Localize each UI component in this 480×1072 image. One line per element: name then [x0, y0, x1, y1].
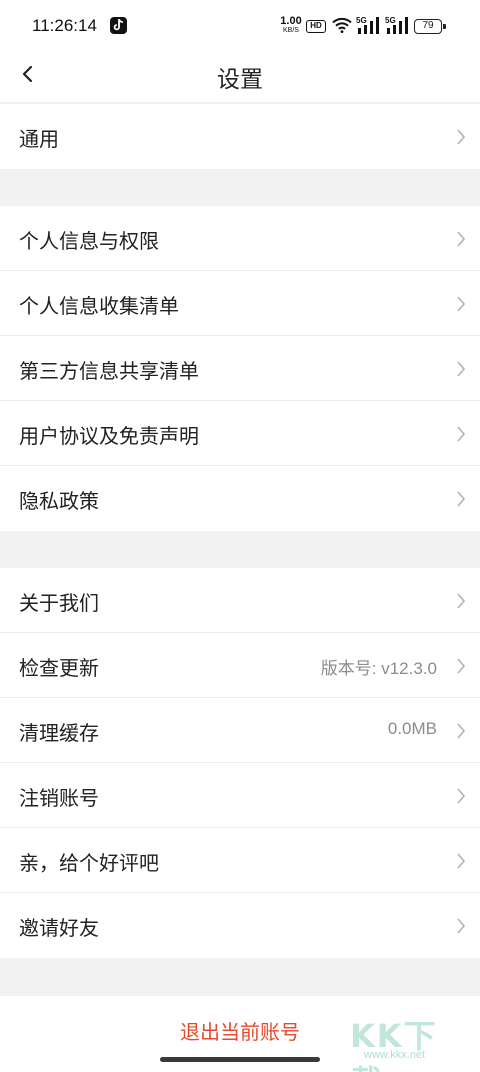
row-label: 清理缓存	[19, 721, 99, 745]
settings-row-about-us[interactable]: 关于我们	[0, 568, 480, 633]
chevron-right-icon	[457, 491, 466, 507]
row-label: 检查更新	[19, 656, 99, 680]
settings-row-invite-friends[interactable]: 邀请好友	[0, 893, 480, 958]
cache-size-value: 0.0MB	[387, 719, 437, 738]
row-label: 邀请好友	[19, 916, 99, 940]
chevron-right-icon	[457, 361, 466, 377]
row-label: 个人信息与权限	[19, 229, 159, 253]
row-label: 第三方信息共享清单	[19, 359, 199, 383]
wifi-icon	[332, 17, 352, 37]
hd-voice-icon: HD	[306, 20, 326, 33]
settings-row-check-update[interactable]: 检查更新 版本号: v12.3.0	[0, 633, 480, 698]
row-label: 通用	[19, 127, 59, 151]
navigation-bar: 设置	[0, 52, 480, 103]
settings-row-personal-info-permissions[interactable]: 个人信息与权限	[0, 206, 480, 271]
tiktok-icon	[110, 17, 127, 34]
chevron-right-icon	[457, 788, 466, 804]
row-label: 个人信息收集清单	[19, 294, 179, 318]
chevron-right-icon	[457, 593, 466, 609]
row-label: 亲，给个好评吧	[19, 851, 159, 875]
row-label: 隐私政策	[19, 489, 99, 513]
row-label: 关于我们	[19, 591, 99, 615]
chevron-right-icon	[457, 426, 466, 442]
status-time: 11:26:14	[32, 16, 97, 35]
watermark-text: KK下载	[350, 1017, 438, 1072]
version-value: 版本号: v12.3.0	[320, 659, 437, 678]
home-indicator[interactable]	[160, 1057, 320, 1062]
settings-row-privacy-policy[interactable]: 隐私政策	[0, 466, 480, 531]
row-label: 注销账号	[19, 786, 99, 810]
battery-icon: 79	[414, 19, 446, 34]
watermark-url: www.kkx.net	[364, 1049, 426, 1061]
chevron-right-icon	[457, 853, 466, 869]
settings-row-delete-account[interactable]: 注销账号	[0, 763, 480, 828]
status-bar: 11:26:14 1.00 KB/S HD 5G 5G 79	[0, 0, 480, 52]
settings-row-rate-app[interactable]: 亲，给个好评吧	[0, 828, 480, 893]
chevron-right-icon	[457, 658, 466, 674]
chevron-right-icon	[457, 918, 466, 934]
settings-row-third-party-sharing[interactable]: 第三方信息共享清单	[0, 336, 480, 401]
settings-group-general: 通用	[0, 104, 480, 169]
settings-row-general[interactable]: 通用	[0, 104, 480, 169]
settings-group-about: 关于我们 检查更新 版本号: v12.3.0 清理缓存 0.0MB 注销账号 亲…	[0, 568, 480, 958]
network-speed: 1.00 KB/S	[280, 15, 302, 35]
settings-row-clear-cache[interactable]: 清理缓存 0.0MB	[0, 698, 480, 763]
row-label: 用户协议及免责声明	[19, 424, 199, 448]
chevron-right-icon	[457, 296, 466, 312]
settings-group-privacy: 个人信息与权限 个人信息收集清单 第三方信息共享清单 用户协议及免责声明 隐私政…	[0, 206, 480, 531]
chevron-right-icon	[457, 231, 466, 247]
chevron-right-icon	[457, 129, 466, 145]
settings-row-user-agreement[interactable]: 用户协议及免责声明	[0, 401, 480, 466]
chevron-right-icon	[457, 723, 466, 739]
page-title: 设置	[217, 67, 263, 93]
settings-row-info-collection-list[interactable]: 个人信息收集清单	[0, 271, 480, 336]
watermark-logo: KK下载 www.kkx.net	[350, 1011, 470, 1072]
